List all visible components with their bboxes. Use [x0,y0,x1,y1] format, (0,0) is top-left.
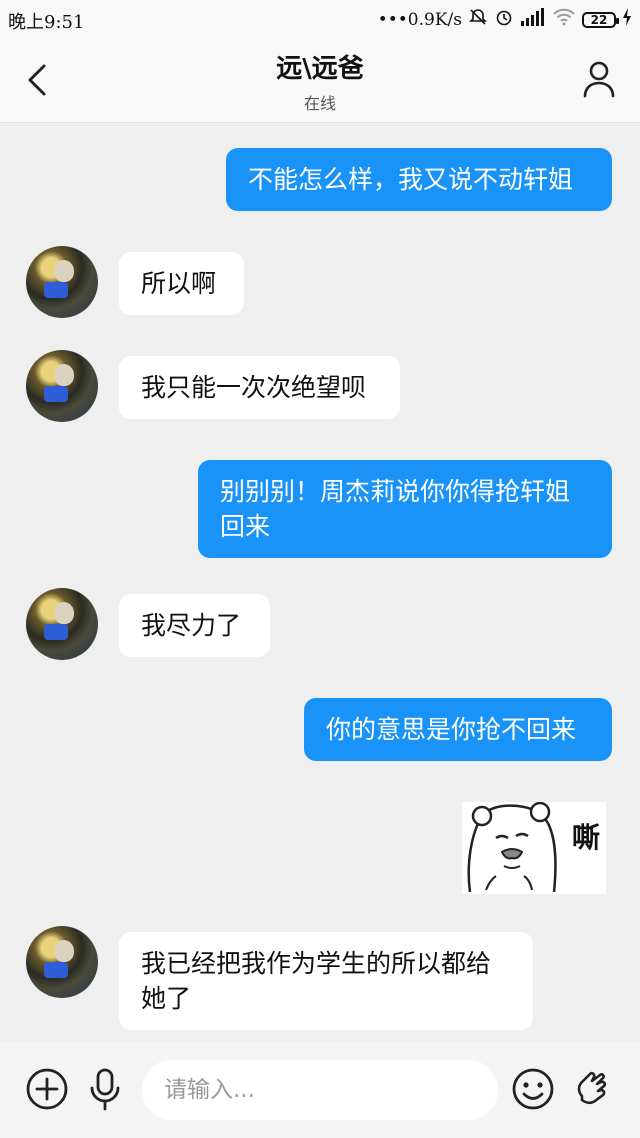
charging-icon [622,8,632,31]
status-bar: 晚上9:51 •••0.9K/s 22 [0,0,640,40]
message-bubble-incoming[interactable]: 所以啊 [119,252,244,315]
message-bubble-incoming[interactable]: 我已经把我作为学生的所以都给她了 [119,932,533,1030]
mute-icon [468,7,488,32]
emoji-button[interactable] [510,1066,556,1112]
chat-header: 远\远爸 在线 [0,40,640,123]
profile-button[interactable] [582,60,616,98]
avatar[interactable] [26,350,98,422]
input-bar: 请输入... [0,1042,640,1138]
microphone-icon [82,1068,128,1116]
message-bubble-incoming[interactable]: 我只能一次次绝望呗 [119,356,400,419]
contact-name: 远\远爸 [276,54,364,84]
add-button[interactable] [24,1066,70,1112]
sticker-caption: 嘶 [571,821,600,854]
avatar[interactable] [26,246,98,318]
contact-status: 在线 [303,94,336,113]
sticker-image[interactable]: 嘶 [462,801,606,894]
alarm-icon [494,7,514,32]
message-bubble-outgoing[interactable]: 别别别！周杰莉说你你得抢轩姐回来 [198,460,612,558]
finger-heart-icon [572,1071,618,1116]
message-input[interactable]: 请输入... [142,1060,498,1120]
plus-circle-icon [24,1068,70,1116]
message-bubble-outgoing[interactable]: 你的意思是你抢不回来 [304,698,612,761]
user-icon [582,61,616,102]
wifi-icon [552,8,576,31]
gesture-button[interactable] [572,1066,618,1112]
message-bubble-incoming[interactable]: 我尽力了 [119,594,270,657]
battery-indicator: 22 [582,11,619,28]
signal-icon [520,8,546,31]
network-speed: •••0.9K/s [377,9,462,30]
smiley-icon [510,1068,556,1116]
status-time: 晚上9:51 [8,12,85,33]
message-bubble-outgoing[interactable]: 不能怎么样，我又说不动轩姐 [226,148,612,211]
voice-button[interactable] [82,1066,128,1112]
avatar[interactable] [26,588,98,660]
avatar[interactable] [26,926,98,998]
